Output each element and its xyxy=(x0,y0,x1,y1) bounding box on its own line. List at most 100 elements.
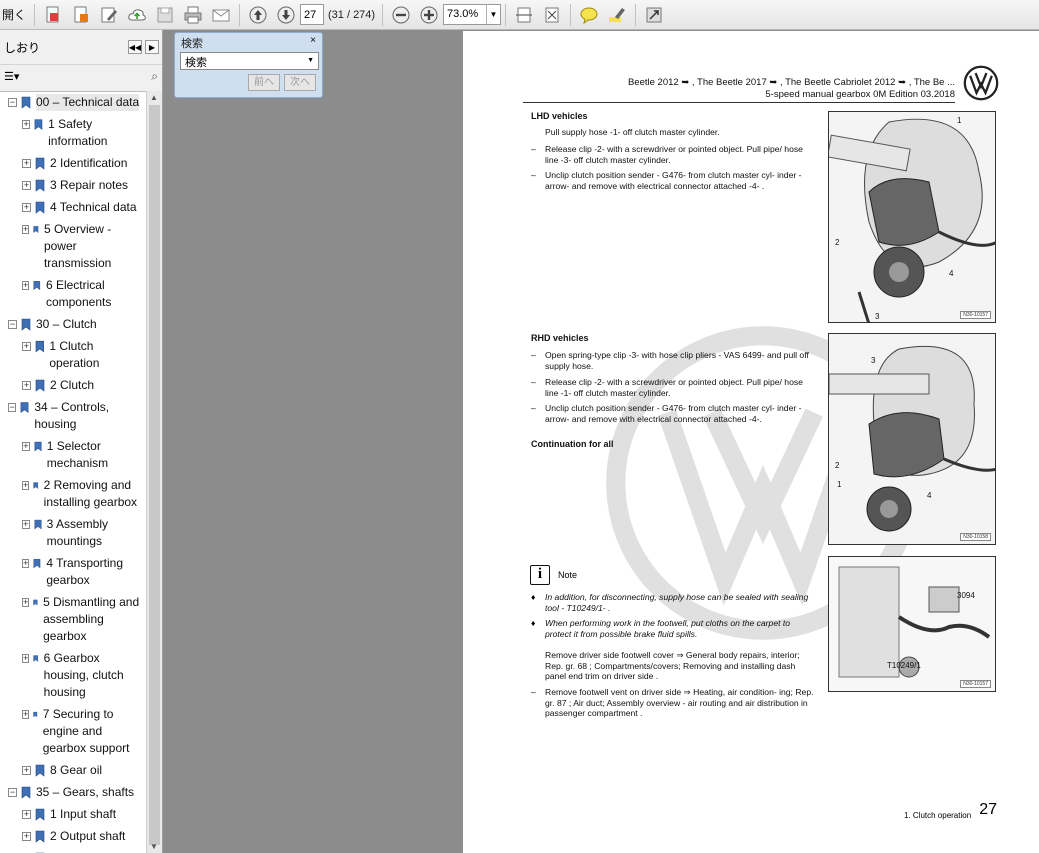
search-previous-button[interactable]: 前へ xyxy=(248,74,280,91)
fit-width-icon[interactable] xyxy=(512,3,536,27)
expand-icon[interactable]: + xyxy=(22,342,31,351)
expand-icon[interactable]: + xyxy=(22,598,30,607)
bookmark-item[interactable]: +1 Selector mechanism xyxy=(22,438,143,472)
options-menu-icon[interactable]: ☰▾ xyxy=(4,70,151,83)
fit-page-icon[interactable] xyxy=(540,3,564,27)
expand-icon[interactable]: + xyxy=(22,654,30,663)
scrollbar-thumb[interactable] xyxy=(149,105,160,845)
collapse-icon[interactable]: − xyxy=(8,788,17,797)
zoom-in-icon[interactable] xyxy=(417,3,441,27)
bookmark-item[interactable]: +5 Dismantling and assembling gearbox xyxy=(22,594,143,645)
email-icon[interactable] xyxy=(209,3,233,27)
callout-1: 1 xyxy=(837,480,842,489)
bookmark-chapter[interactable]: − 34 – Controls, housing xyxy=(8,399,143,433)
page-count: (31 / 274) xyxy=(328,8,376,21)
toolbar-separator xyxy=(505,3,506,26)
export-pdf-icon[interactable] xyxy=(69,3,93,27)
expand-icon[interactable]: + xyxy=(22,442,30,451)
expand-icon[interactable]: + xyxy=(22,281,30,290)
previous-page-icon[interactable] xyxy=(246,3,270,27)
bookmark-chapter[interactable]: − 00 – Technical data xyxy=(8,94,143,111)
bookmark-item[interactable]: +6 Gearbox housing, clutch housing xyxy=(22,650,143,701)
print-icon[interactable] xyxy=(181,3,205,27)
lhd-section-title: LHD vehicles xyxy=(531,111,588,121)
footwell-figure-id: N30-10157 xyxy=(960,680,991,688)
expand-icon[interactable]: + xyxy=(22,120,31,129)
footer-section-label: 1. Clutch operation xyxy=(904,811,972,820)
save-icon[interactable] xyxy=(153,3,177,27)
open-button[interactable]: 開く xyxy=(0,6,30,23)
collapse-icon[interactable]: − xyxy=(8,403,17,412)
bookmark-tree: − 00 – Technical data +1 Safety informatio… xyxy=(0,91,147,853)
bookmark-chapter[interactable]: − 30 – Clutch xyxy=(8,316,143,333)
cloud-upload-icon[interactable] xyxy=(125,3,149,27)
expand-icon[interactable]: + xyxy=(22,225,30,234)
bookmark-item[interactable]: +3 Repair notes xyxy=(22,177,143,194)
expand-icon[interactable]: + xyxy=(22,159,31,168)
chevron-down-icon[interactable]: ▼ xyxy=(307,57,314,64)
footwell-cover-step: Remove driver side footwell cover ⇒ Gene… xyxy=(545,650,800,681)
footer-page-number: 27 xyxy=(979,801,997,818)
expand-icon[interactable]: + xyxy=(22,381,31,390)
collapse-icon[interactable]: − xyxy=(8,320,17,329)
bookmark-icon xyxy=(35,830,45,843)
bookmark-item[interactable]: +1 Clutch operation xyxy=(22,338,143,372)
expand-icon[interactable]: + xyxy=(22,559,30,568)
bookmark-item[interactable]: +2 Removing and installing gearbox xyxy=(22,477,143,511)
expand-icon[interactable]: + xyxy=(22,810,31,819)
next-page-icon[interactable] xyxy=(274,3,298,27)
bookmark-item[interactable]: +3 Assembly mountings xyxy=(22,516,143,550)
chevron-down-icon[interactable]: ▼ xyxy=(486,5,500,24)
collapse-panel-icon[interactable]: ◀◀ xyxy=(128,40,142,54)
close-icon[interactable]: × xyxy=(310,35,316,46)
page-number-input[interactable] xyxy=(300,4,324,25)
bookmark-item[interactable]: +1 Safety information xyxy=(22,116,143,150)
expand-icon[interactable]: + xyxy=(22,481,30,490)
bookmark-label: 6 Gearbox housing, clutch housing xyxy=(43,651,124,699)
zoom-select[interactable]: 73.0% ▼ xyxy=(443,4,501,25)
callout-4: 4 xyxy=(949,269,954,278)
chevron-right-icon[interactable]: ▶ xyxy=(145,40,159,54)
bookmark-item[interactable]: +8 Gear oil xyxy=(22,762,143,779)
scroll-up-icon[interactable]: ▲ xyxy=(150,93,158,102)
scroll-down-icon[interactable]: ▼ xyxy=(150,842,158,851)
bookmark-item[interactable]: +4 Technical data xyxy=(22,199,143,216)
expand-icon[interactable]: + xyxy=(22,766,31,775)
expand-icon[interactable]: + xyxy=(22,181,31,190)
expand-icon[interactable]: + xyxy=(22,832,31,841)
vw-logo-icon xyxy=(963,65,999,101)
bookmark-item[interactable]: +4 Transporting gearbox xyxy=(22,555,143,589)
expand-icon[interactable]: + xyxy=(22,203,31,212)
bookmark-label: 1 Input shaft xyxy=(50,807,117,821)
note-2: When performing work in the footwell, pu… xyxy=(545,618,791,639)
create-pdf-icon[interactable] xyxy=(41,3,65,27)
bookmark-item[interactable]: +6 Electrical components xyxy=(22,277,143,311)
bookmark-item[interactable]: +2 Identification xyxy=(22,155,143,172)
rhd-figure: 3 2 1 4 N30-10158 xyxy=(828,333,996,545)
collapse-icon[interactable]: − xyxy=(8,98,17,107)
bookmark-item[interactable]: +1 Input shaft xyxy=(22,806,143,823)
bookmark-item[interactable]: +2 Clutch xyxy=(22,377,143,394)
clutch-master-cylinder-illustration xyxy=(829,118,995,322)
callout-2: 2 xyxy=(835,461,840,470)
expand-icon[interactable]: + xyxy=(22,710,30,719)
bookmark-icon xyxy=(35,157,45,170)
bookmark-item[interactable]: +2 Output shaft xyxy=(22,828,143,845)
zoom-out-icon[interactable] xyxy=(389,3,413,27)
find-bookmark-icon[interactable]: ⌕ xyxy=(151,69,158,84)
bookmark-item[interactable]: +5 Overview - power transmission xyxy=(22,221,143,272)
search-next-button[interactable]: 次へ xyxy=(284,74,316,91)
edit-pdf-icon[interactable] xyxy=(97,3,121,27)
search-input[interactable]: 検索 ▼ xyxy=(180,52,319,70)
bookmarks-panel-header: しおり ◀◀ ▶ xyxy=(0,30,162,64)
bookmark-chapter[interactable]: − 35 – Gears, shafts xyxy=(8,784,143,801)
comment-icon[interactable] xyxy=(577,3,601,27)
expand-icon[interactable]: + xyxy=(22,520,30,529)
bookmark-label: 4 Transporting gearbox xyxy=(46,556,124,587)
scrollbar[interactable]: ▲ ▼ xyxy=(146,91,162,853)
bookmarks-panel: しおり ◀◀ ▶ ☰▾ ⌕ − 00 – Technical data +1 Saf… xyxy=(0,30,163,853)
bookmark-item[interactable]: +7 Securing to engine and gearbox suppor… xyxy=(22,706,143,757)
fullscreen-icon[interactable] xyxy=(642,3,666,27)
rhd-section-title: RHD vehicles xyxy=(531,333,589,343)
highlight-icon[interactable] xyxy=(605,3,629,27)
